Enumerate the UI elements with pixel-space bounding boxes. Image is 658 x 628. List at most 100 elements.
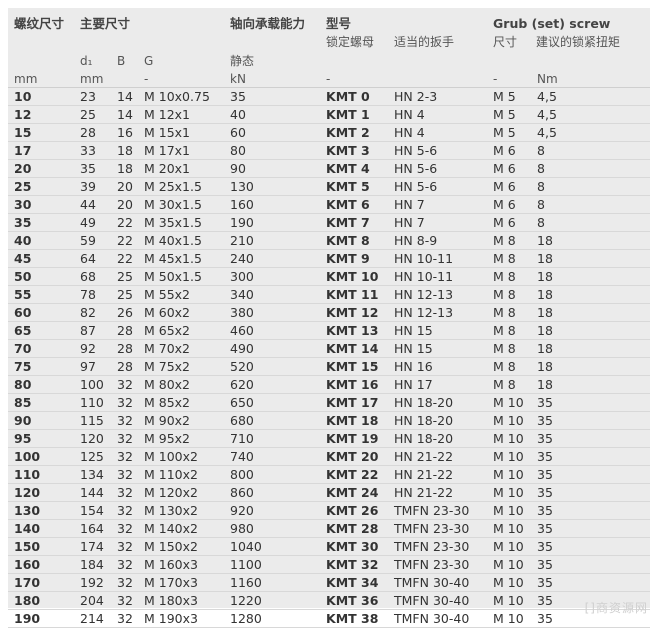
table-cell: 20 (113, 177, 140, 196)
table-cell: 18 (533, 303, 651, 322)
header-axial-load-label: 轴向承载能力 (230, 16, 306, 31)
table-row: 100 125 32 M 100x2 740 KMT 20 HN 21-22 M 10 35 (8, 447, 651, 466)
table-cell: HN 16 (390, 357, 490, 376)
table-cell: M 140x2 (140, 519, 227, 538)
table-cell: M 8 (489, 303, 534, 322)
table-cell: 17 (8, 141, 76, 160)
table-cell: 18 (533, 267, 651, 286)
table-cell: M 40x1.5 (140, 231, 227, 250)
table-cell: TMFN 30-40 (390, 573, 490, 592)
header-grub-size: 尺寸 (493, 35, 518, 49)
table-row: 80 100 32 M 80x2 620 KMT 16 HN 17 M 8 18 (8, 375, 651, 394)
table-cell: HN 5-6 (390, 141, 490, 160)
table-cell: M 55x2 (140, 285, 227, 304)
table-cell: KMT 28 (322, 519, 391, 538)
table-cell: M 75x2 (140, 357, 227, 376)
table-cell: KMT 7 (322, 213, 391, 232)
table-cell: 380 (226, 303, 323, 322)
table-cell: 800 (226, 465, 323, 484)
table-cell: 35 (76, 159, 113, 178)
table-cell: 134 (76, 465, 113, 484)
header-b-label: B (117, 54, 126, 68)
table-cell: HN 12-13 (390, 303, 490, 322)
table-cell: 28 (113, 357, 140, 376)
table-cell: M 15x1 (140, 123, 227, 142)
header-main-dims: 主要尺寸 (76, 8, 226, 50)
table-cell: 154 (76, 501, 113, 520)
table-cell: 40 (226, 105, 323, 124)
table-cell: KMT 6 (322, 195, 391, 214)
table-cell: 32 (113, 609, 140, 628)
table-cell: 25 (76, 105, 113, 124)
table-cell: 8 (533, 177, 651, 196)
table-cell: HN 4 (390, 123, 490, 142)
table-row: 20 35 18 M 20x1 90 KMT 4 HN 5-6 M 68 (8, 159, 651, 178)
unit-cell (113, 70, 140, 88)
table-cell: 160 (8, 555, 76, 574)
table-cell: 8 (533, 159, 651, 178)
table-cell: M 10x0.75 (140, 87, 227, 106)
table-cell: HN 15 (390, 321, 490, 340)
header-wrench-label: 适当的扳手 (394, 35, 455, 49)
table-cell: M 10 (489, 447, 534, 466)
table-cell: 14 (113, 105, 140, 124)
table-cell: M 10 (489, 429, 534, 448)
table-cell: M 10 (489, 483, 534, 502)
header-grub-sub: 尺寸 建议的锁紧扭矩 (493, 33, 650, 50)
table-cell: M 10 (489, 537, 534, 556)
header-d1: d₁ (76, 50, 113, 70)
table-cell: 174 (76, 537, 113, 556)
table-cell: 110 (76, 393, 113, 412)
table-cell: HN 10-11 (390, 249, 490, 268)
table-cell: KMT 38 (322, 609, 391, 628)
table-cell: 120 (76, 429, 113, 448)
table-cell: 35 (533, 465, 651, 484)
header-static-label: 静态 (230, 54, 255, 68)
table-cell: M 5 (489, 105, 534, 124)
table-cell: 1040 (226, 537, 323, 556)
table-row: 17 33 18 M 17x1 80 KMT 3 HN 5-6 M 68 (8, 141, 651, 160)
table-cell: KMT 12 (322, 303, 391, 322)
table-cell: 32 (113, 483, 140, 502)
table-cell: 110 (8, 465, 76, 484)
table-cell: M 35x1.5 (140, 213, 227, 232)
unit-cell: mm (76, 70, 113, 88)
header-g: G (140, 50, 226, 70)
table-cell: 32 (113, 447, 140, 466)
unit-cell: - (140, 70, 227, 88)
table-cell: 28 (76, 123, 113, 142)
table-cell: 860 (226, 483, 323, 502)
table-cell: HN 18-20 (390, 429, 490, 448)
table-cell: 520 (226, 357, 323, 376)
table-cell: KMT 17 (322, 393, 391, 412)
table-row: 160 184 32 M 160x3 1100 KMT 32 TMFN 23-30 M 10 3… (8, 555, 651, 574)
table-cell: M 45x1.5 (140, 249, 227, 268)
header-model-sub: 锁定螺母 (326, 35, 375, 49)
table-cell: TMFN 23-30 (390, 537, 490, 556)
table-cell: 28 (113, 321, 140, 340)
table-cell: TMFN 23-30 (390, 501, 490, 520)
table-row: 170 192 32 M 170x3 1160 KMT 34 TMFN 30-40 M 10 3… (8, 573, 651, 592)
table-cell: M 85x2 (140, 393, 227, 412)
watermark: []商资源网 (584, 601, 648, 615)
table-cell: HN 18-20 (390, 393, 490, 412)
table-cell: M 65x2 (140, 321, 227, 340)
table-cell: 1160 (226, 573, 323, 592)
table-cell: 35 (533, 555, 651, 574)
table-cell: 120 (8, 483, 76, 502)
header-row-sub: d₁ B G 静态 (8, 50, 650, 70)
table-cell: 18 (533, 339, 651, 358)
table-cell: M 10 (489, 465, 534, 484)
header-grub: Grub (set) screw 尺寸 建议的锁紧扭矩 (489, 8, 650, 50)
table-cell: TMFN 30-40 (390, 591, 490, 610)
table-cell: M 5 (489, 123, 534, 142)
table-cell: KMT 19 (322, 429, 391, 448)
table-cell: 214 (76, 609, 113, 628)
table-cell: 130 (226, 177, 323, 196)
table-cell: HN 5-6 (390, 177, 490, 196)
table-cell: KMT 22 (322, 465, 391, 484)
table-cell: KMT 18 (322, 411, 391, 430)
table-cell: 32 (113, 591, 140, 610)
table-cell: 620 (226, 375, 323, 394)
header-sub-empty (8, 50, 76, 70)
